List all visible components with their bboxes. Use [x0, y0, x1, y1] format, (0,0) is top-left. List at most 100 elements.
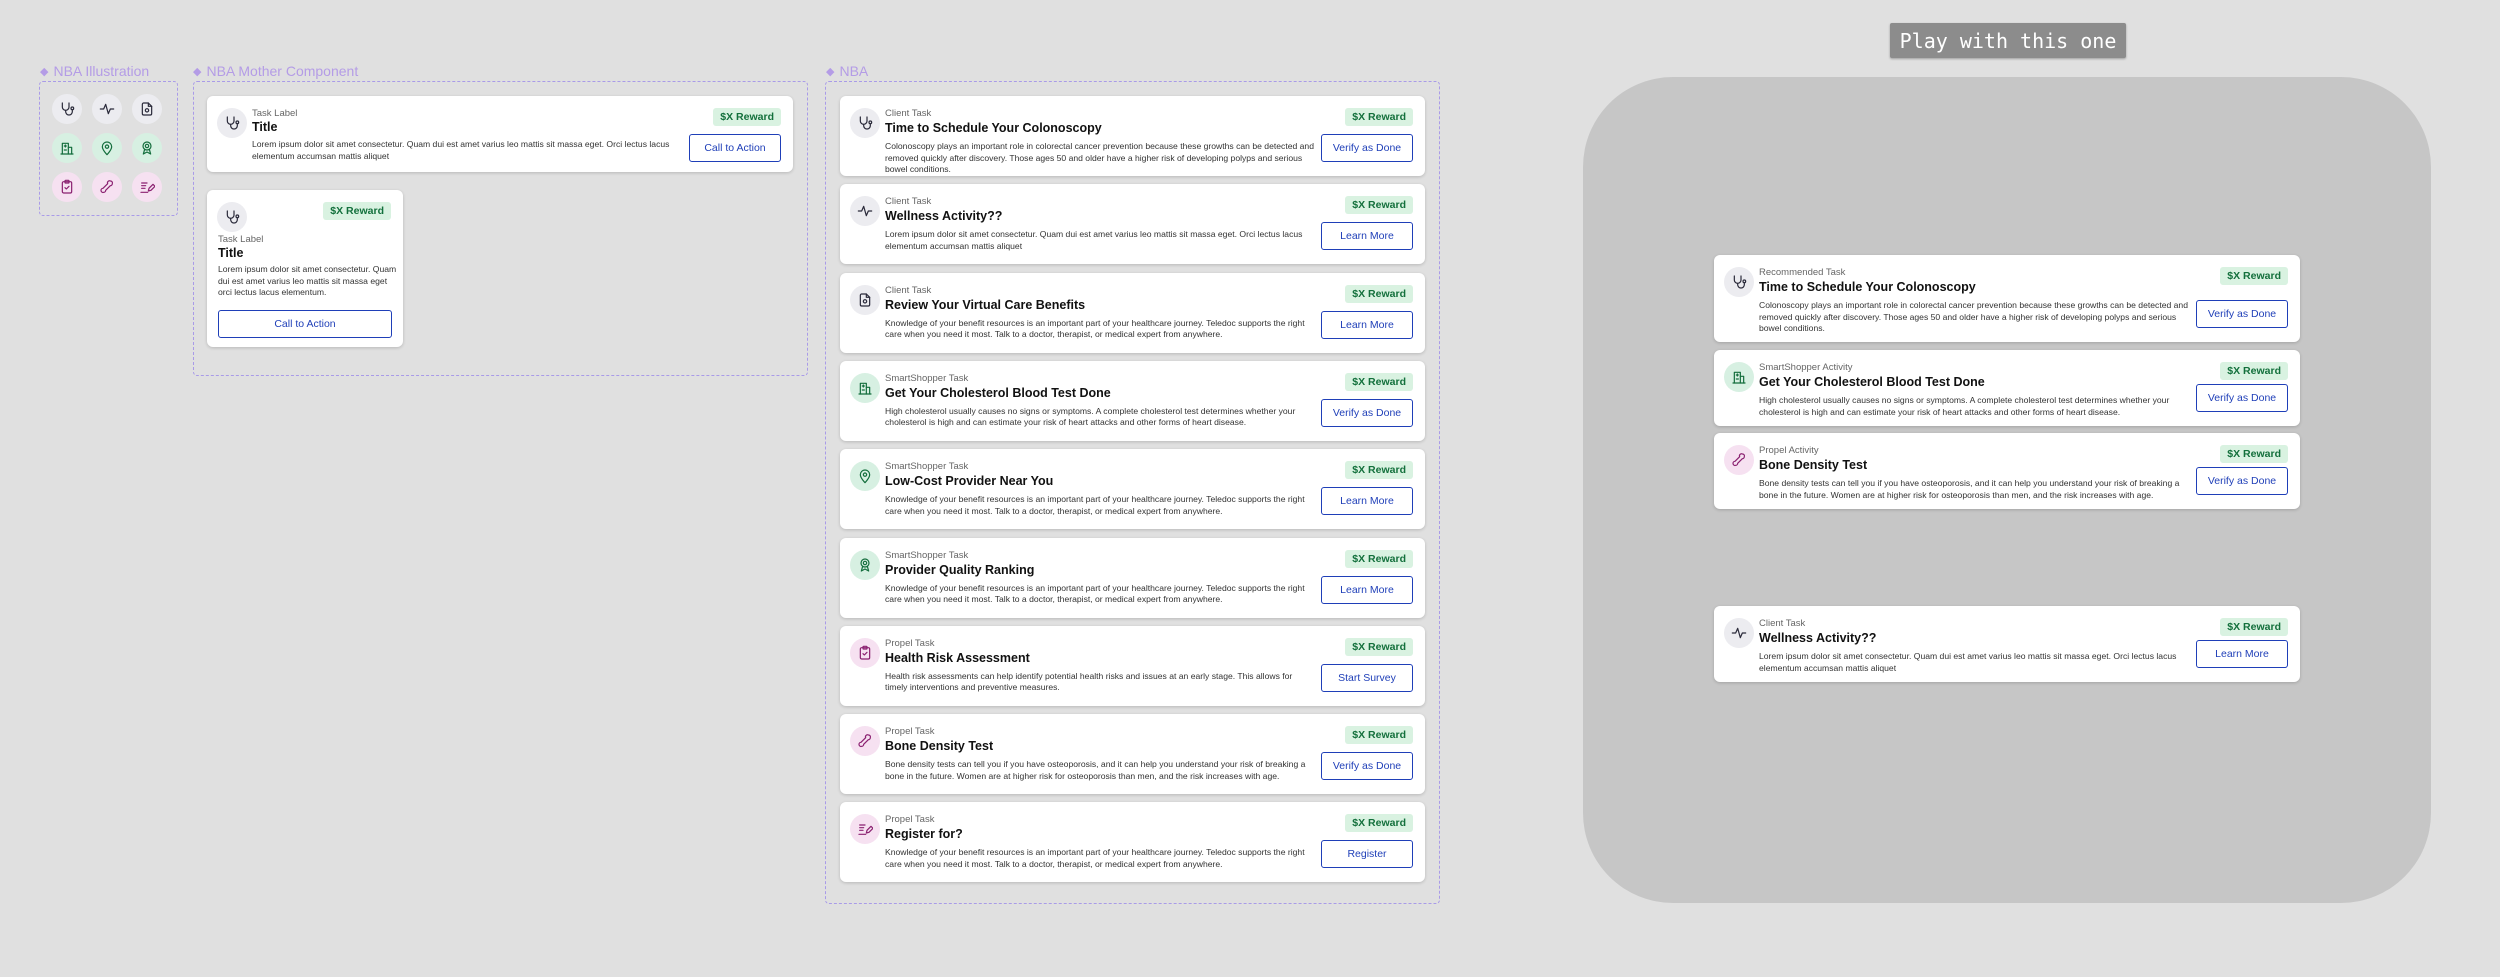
task-description: Colonoscopy plays an important role in c…: [885, 141, 1314, 174]
task-label: Client Task: [1759, 618, 1806, 629]
task-cta-button[interactable]: Verify as Done: [2196, 300, 2288, 328]
task-card[interactable]: Propel Task Health Risk Assessment Health …: [840, 625, 1425, 706]
call-to-action-button[interactable]: Call to Action: [218, 310, 392, 338]
task-title: Wellness Activity??: [1759, 631, 1877, 645]
task-cta-button[interactable]: Verify as Done: [1321, 752, 1413, 781]
mother-card-wide[interactable]: Task Label Title Lorem ipsum dolor sit a…: [207, 96, 793, 172]
task-label: Client Task: [885, 284, 932, 296]
task-label: Client Task: [885, 196, 932, 208]
task-cta-button[interactable]: Learn More: [1321, 310, 1413, 339]
reward-badge: $X Reward: [1345, 372, 1413, 391]
task-card[interactable]: SmartShopper Activity Get Your Cholestero…: [1714, 350, 2300, 426]
task-label: SmartShopper Activity: [1759, 362, 1853, 373]
task-title: Time to Schedule Your Colonoscopy: [1759, 280, 1976, 294]
location-pin-icon: [850, 461, 880, 492]
task-label: Propel Activity: [1759, 445, 1819, 456]
reward-badge: $X Reward: [1345, 637, 1413, 656]
component-diamond-icon: ◆: [193, 65, 202, 78]
task-cta-button[interactable]: Learn More: [2196, 640, 2288, 668]
bone-icon: [1724, 445, 1754, 475]
stethoscope-icon: [1724, 267, 1754, 297]
task-label: Propel Task: [885, 726, 935, 738]
clinic-icon: [1724, 362, 1754, 392]
stethoscope-icon: [52, 94, 82, 124]
frame-label-text: NBA Mother Component: [206, 63, 359, 79]
clipboard-check-icon: [850, 637, 880, 668]
reward-badge: $X Reward: [1345, 196, 1413, 215]
task-label: SmartShopper Task: [885, 461, 969, 473]
task-title: Provider Quality Ranking: [885, 562, 1035, 577]
task-label: Client Task: [885, 108, 932, 119]
task-description: Bone density tests can tell you if you h…: [1759, 478, 2180, 500]
task-description: Lorem ipsum dolor sit amet consectetur. …: [885, 229, 1303, 251]
task-description: Lorem ipsum dolor sit amet consectetur. …: [252, 139, 670, 161]
task-description: High cholesterol usually causes no signs…: [885, 405, 1296, 428]
task-card[interactable]: Client Task Time to Schedule Your Colonos…: [840, 96, 1425, 176]
task-label: SmartShopper Task: [885, 549, 969, 561]
reward-badge: $X Reward: [1345, 726, 1413, 745]
task-card[interactable]: SmartShopper Task Low-Cost Provider Near …: [840, 449, 1425, 530]
task-card[interactable]: Propel Task Register for? Knowledge of you…: [840, 802, 1425, 883]
bone-icon: [92, 172, 122, 202]
task-label: Propel Task: [885, 637, 935, 649]
task-cta-button[interactable]: Verify as Done: [2196, 467, 2288, 495]
task-title: Register for?: [885, 827, 963, 842]
reward-badge: $X Reward: [1345, 549, 1413, 568]
pulse-icon: [92, 94, 122, 124]
task-description: Knowledge of your benefit resources is a…: [885, 582, 1305, 605]
task-card[interactable]: Propel Task Bone Density Test Bone density…: [840, 714, 1425, 795]
task-card[interactable]: Client Task Wellness Activity?? Lorem ipsu…: [1714, 606, 2300, 682]
task-cta-button[interactable]: Learn More: [1321, 575, 1413, 604]
frame-label-mother: ◆ NBA Mother Component: [193, 63, 358, 79]
component-diamond-icon: ◆: [826, 65, 835, 78]
document-icon: [132, 94, 162, 124]
task-description: Colonoscopy plays an important role in c…: [1759, 300, 2188, 333]
edit-note-icon: [132, 172, 162, 202]
stethoscope-icon: [850, 108, 880, 138]
task-description: Knowledge of your benefit resources is a…: [885, 847, 1305, 869]
task-cta-button[interactable]: Learn More: [1321, 487, 1413, 516]
play-with-this-one-label[interactable]: Play with this one: [1890, 23, 2126, 58]
frame-label-text: NBA Illustration: [53, 63, 150, 79]
task-card[interactable]: Recommended Task Time to Schedule Your Co…: [1714, 255, 2300, 342]
location-pin-icon: [92, 133, 122, 163]
frame-label-text: NBA: [839, 63, 869, 79]
task-cta-button[interactable]: Register: [1321, 840, 1413, 869]
task-description: Lorem ipsum dolor sit amet consectetur. …: [1759, 651, 2177, 673]
edit-note-icon: [850, 814, 880, 845]
clinic-icon: [850, 372, 880, 403]
task-title: Review Your Virtual Care Benefits: [885, 297, 1086, 312]
bone-icon: [850, 726, 880, 757]
task-card[interactable]: Propel Activity Bone Density Test Bone den…: [1714, 433, 2300, 509]
reward-badge: $X Reward: [323, 202, 391, 220]
reward-badge: $X Reward: [2220, 362, 2288, 380]
task-title: Title: [218, 246, 244, 260]
task-title: Low-Cost Provider Near You: [885, 474, 1054, 489]
task-label: Task Label: [252, 108, 298, 119]
task-title: Bone Density Test: [885, 739, 994, 754]
task-card[interactable]: Client Task Review Your Virtual Care Bene…: [840, 272, 1425, 353]
document-icon: [850, 284, 880, 315]
task-title: Wellness Activity??: [885, 209, 1003, 224]
task-card[interactable]: SmartShopper Task Provider Quality Rankin…: [840, 537, 1425, 618]
task-cta-button[interactable]: Verify as Done: [2196, 384, 2288, 412]
call-to-action-button[interactable]: Call to Action: [689, 134, 781, 162]
reward-badge: $X Reward: [2220, 618, 2288, 636]
task-label: Task Label: [218, 234, 264, 245]
pulse-icon: [850, 196, 880, 227]
task-cta-button[interactable]: Verify as Done: [1321, 398, 1413, 427]
task-title: Get Your Cholesterol Blood Test Done: [1759, 375, 1985, 389]
stethoscope-icon: [217, 202, 247, 232]
task-cta-button[interactable]: Verify as Done: [1321, 134, 1413, 162]
task-card[interactable]: SmartShopper Task Get Your Cholesterol Bl…: [840, 360, 1425, 441]
frame-label-illustration: ◆ NBA Illustration: [40, 63, 149, 79]
task-description: High cholesterol usually causes no signs…: [1759, 395, 2170, 417]
task-description: Knowledge of your benefit resources is a…: [885, 494, 1305, 516]
task-card[interactable]: Client Task Wellness Activity?? Lorem ipsu…: [840, 184, 1425, 265]
mother-card-compact[interactable]: $X Reward Task Label Title Lorem ipsum d…: [207, 190, 403, 347]
task-label: Recommended Task: [1759, 267, 1846, 278]
task-cta-button[interactable]: Learn More: [1321, 222, 1413, 251]
stethoscope-icon: [217, 108, 247, 138]
reward-badge: $X Reward: [1345, 284, 1413, 303]
task-cta-button[interactable]: Start Survey: [1321, 663, 1413, 692]
